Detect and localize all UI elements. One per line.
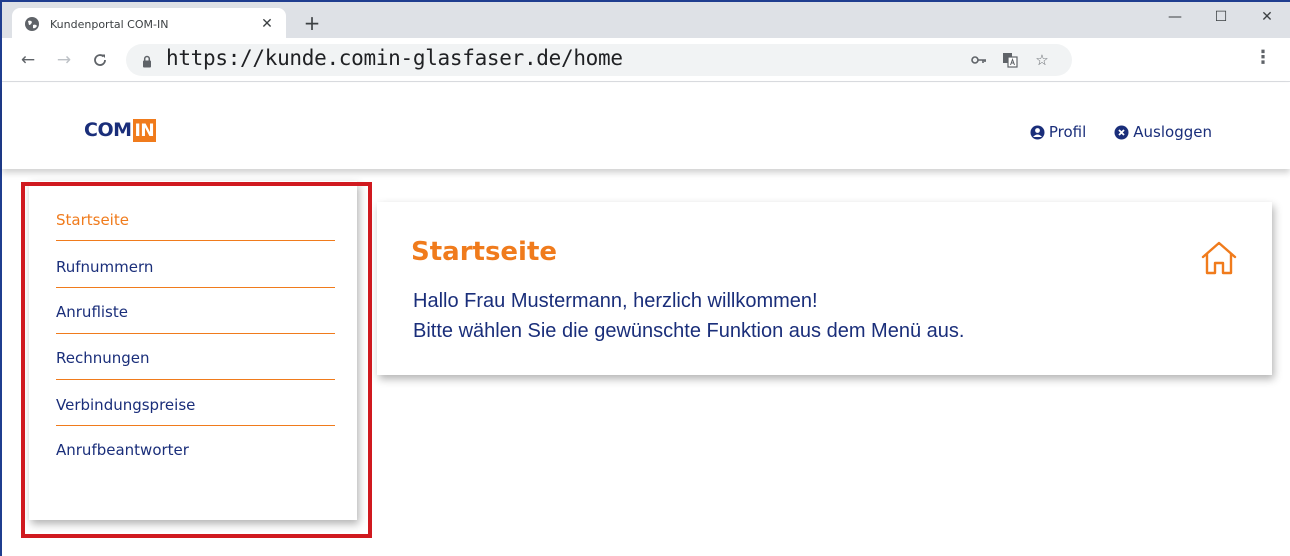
address-bar[interactable]: https://kunde.comin-glasfaser.de/home ☆ [126, 44, 1072, 76]
logo-text-in: IN [132, 118, 157, 142]
logout-label: Ausloggen [1133, 123, 1212, 141]
translate-icon[interactable] [1000, 50, 1020, 70]
site-header: COM IN Profil Ausloggen [2, 83, 1290, 169]
tab-title: Kundenportal COM-IN [50, 17, 169, 31]
key-icon[interactable] [969, 50, 989, 70]
sidebar-highlight-frame [21, 182, 372, 538]
url-text: https://kunde.comin-glasfaser.de/home [166, 46, 623, 70]
profile-label: Profil [1048, 123, 1087, 141]
window-close-icon[interactable]: ✕ [1244, 2, 1290, 32]
lock-icon [142, 53, 152, 72]
maximize-icon[interactable]: ☐ [1198, 2, 1244, 32]
new-tab-button[interactable]: + [300, 12, 324, 34]
user-circle-icon [1030, 125, 1045, 140]
browser-tab[interactable]: Kundenportal COM-IN ✕ [12, 8, 286, 40]
tab-strip: Kundenportal COM-IN ✕ + — ☐ ✕ [2, 2, 1290, 40]
bookmark-star-icon[interactable]: ☆ [1032, 50, 1052, 70]
tab-close-icon[interactable]: ✕ [256, 16, 278, 32]
logout-link[interactable]: Ausloggen [1114, 123, 1212, 141]
welcome-card: Startseite Hallo Frau Mustermann, herzli… [377, 202, 1272, 375]
greeting-text: Hallo Frau Mustermann, herzlich willkomm… [413, 290, 818, 312]
window-controls: — ☐ ✕ [1152, 2, 1290, 38]
forward-arrow-icon[interactable]: → [52, 48, 76, 72]
instruction-text: Bitte wählen Sie die gewünschte Funktion… [413, 320, 965, 342]
close-circle-icon [1114, 125, 1129, 140]
browser-menu-icon[interactable]: ⋮ [1254, 48, 1272, 68]
browser-toolbar: ← → https://kunde.comin-glasfaser.de/hom… [2, 38, 1290, 82]
home-icon [1200, 240, 1238, 276]
comin-logo[interactable]: COM IN [84, 117, 157, 143]
reload-icon[interactable] [88, 48, 112, 72]
back-arrow-icon[interactable]: ← [16, 48, 40, 72]
minimize-icon[interactable]: — [1152, 2, 1198, 32]
logo-text-com: COM [84, 119, 132, 141]
header-links: Profil Ausloggen [1030, 123, 1212, 141]
profile-link[interactable]: Profil [1030, 123, 1086, 141]
globe-icon [24, 16, 40, 32]
page-title: Startseite [411, 237, 558, 267]
